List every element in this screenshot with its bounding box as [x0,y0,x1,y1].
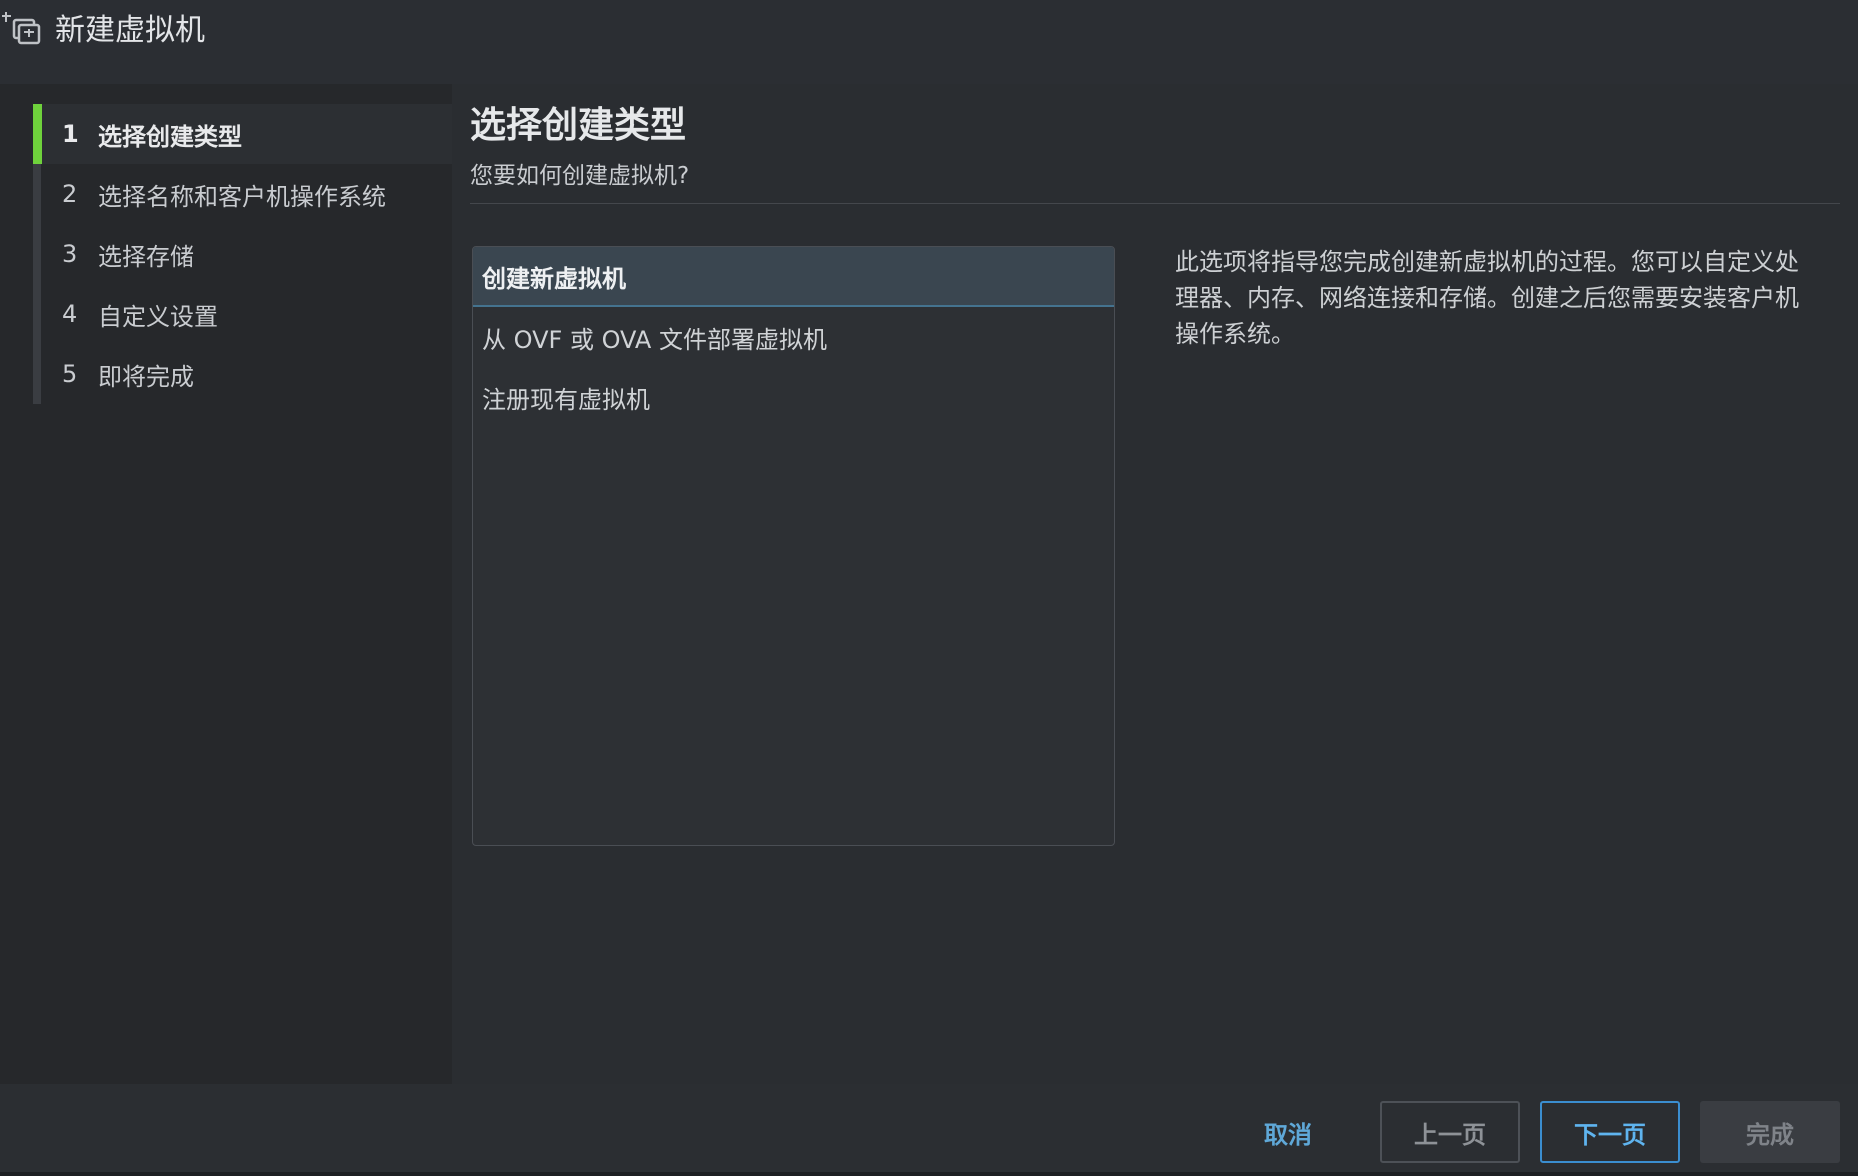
step-label: 即将完成 [98,362,194,391]
dialog-title: 新建虚拟机 [55,13,205,48]
option-deploy-from-ovf-ova[interactable]: 从 OVF 或 OVA 文件部署虚拟机 [473,307,1114,367]
cancel-button[interactable]: 取消 [1228,1101,1348,1163]
creation-type-list[interactable]: 创建新虚拟机 从 OVF 或 OVA 文件部署虚拟机 注册现有虚拟机 [472,246,1115,846]
previous-button[interactable]: 上一页 [1380,1101,1520,1163]
step-select-name-os[interactable]: 2 选择名称和客户机操作系统 [33,164,452,224]
wizard-steps-sidebar: 1 选择创建类型 2 选择名称和客户机操作系统 3 选择存储 4 自定义设置 5… [0,84,452,1084]
new-vm-icon [2,12,41,45]
step-label: 自定义设置 [98,302,218,331]
option-register-existing-vm[interactable]: 注册现有虚拟机 [473,367,1114,427]
option-description: 此选项将指导您完成创建新虚拟机的过程。您可以自定义处理器、内存、网络连接和存储。… [1175,248,1799,348]
page-subtitle: 您要如何创建虚拟机? [470,163,690,189]
dialog-footer: 取消 上一页 下一页 完成 [0,1084,1858,1176]
page-title: 选择创建类型 [470,105,687,146]
main-panel: 选择创建类型 您要如何创建虚拟机? 创建新虚拟机 从 OVF 或 OVA 文件部… [452,84,1858,1084]
step-label: 选择名称和客户机操作系统 [98,182,386,211]
finish-button[interactable]: 完成 [1700,1101,1840,1163]
step-number: 4 [62,300,78,328]
step-ready-to-complete[interactable]: 5 即将完成 [33,344,452,404]
step-label: 选择创建类型 [98,122,242,151]
step-label: 选择存储 [98,242,194,271]
step-number: 5 [62,360,78,388]
step-select-creation-type[interactable]: 1 选择创建类型 [33,104,452,164]
bottom-border [0,1172,1858,1176]
option-create-new-vm[interactable]: 创建新虚拟机 [473,247,1114,307]
next-button[interactable]: 下一页 [1540,1101,1680,1163]
divider [470,203,1840,204]
title-bar: 新建虚拟机 [0,0,1858,84]
step-select-storage[interactable]: 3 选择存储 [33,224,452,284]
new-vm-dialog: 新建虚拟机 1 选择创建类型 2 选择名称和客户机操作系统 3 选择存储 4 自… [0,0,1858,1176]
step-number: 1 [62,120,79,148]
step-number: 2 [62,180,78,208]
step-number: 3 [62,240,78,268]
step-customize-settings[interactable]: 4 自定义设置 [33,284,452,344]
